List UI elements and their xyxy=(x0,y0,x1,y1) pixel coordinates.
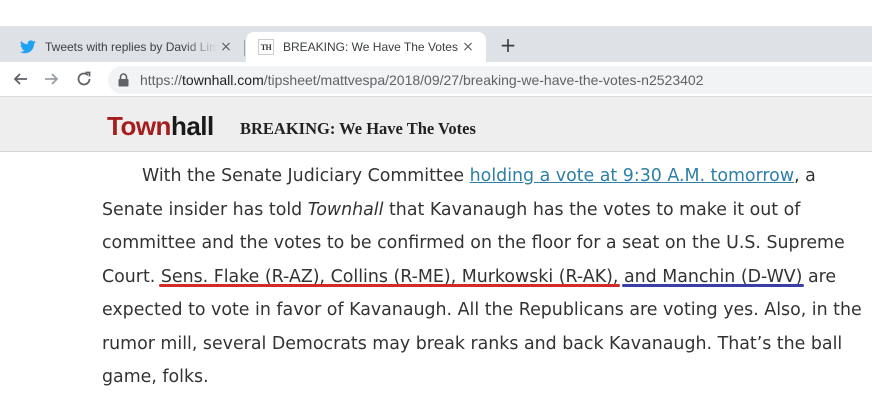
address-bar[interactable]: https://townhall.com/tipsheet/mattvespa/… xyxy=(108,66,872,94)
reload-icon[interactable] xyxy=(74,69,94,89)
tab-separator xyxy=(244,40,245,56)
townhall-logo[interactable]: Townhall xyxy=(107,111,214,141)
underline-blue xyxy=(621,283,805,287)
publication-name: Townhall xyxy=(307,199,384,220)
url-host: townhall.com xyxy=(182,72,264,88)
tab-title: Tweets with replies by David Limbaugh xyxy=(45,40,218,54)
logo-part-hall: hall xyxy=(170,111,214,141)
url-scheme: https:// xyxy=(140,72,183,88)
url-path: /tipsheet/mattvespa/2018/09/27/breaking-… xyxy=(263,72,704,88)
new-tab-button[interactable]: + xyxy=(497,33,519,57)
townhall-icon: TH xyxy=(258,39,274,55)
page-title: BREAKING: We Have The Votes xyxy=(240,119,476,138)
back-arrow-icon[interactable] xyxy=(10,69,30,89)
paragraph-text: With the Senate Judiciary Committee xyxy=(142,166,470,186)
article-paragraph: With the Senate Judiciary Committee hold… xyxy=(102,160,862,395)
vote-link[interactable]: holding a vote at 9:30 A.M. tomorrow xyxy=(470,166,794,186)
logo-part-town: Town xyxy=(107,111,171,141)
article-body: With the Senate Judiciary Committee hold… xyxy=(102,160,862,395)
lock-icon[interactable] xyxy=(118,73,130,87)
tab-strip: Tweets with replies by David Limbaugh × … xyxy=(0,26,872,62)
close-icon[interactable]: × xyxy=(218,39,234,55)
url-text: https://townhall.com/tipsheet/mattvespa/… xyxy=(140,72,703,88)
site-header: Townhall BREAKING: We Have The Votes xyxy=(0,97,872,152)
tab-twitter[interactable]: Tweets with replies by David Limbaugh × xyxy=(8,32,244,62)
tab-townhall[interactable]: TH BREAKING: We Have The Votes × xyxy=(246,32,486,62)
close-icon[interactable]: × xyxy=(460,39,476,55)
forward-arrow-icon[interactable] xyxy=(42,69,62,89)
browser-toolbar: https://townhall.com/tipsheet/mattvespa/… xyxy=(0,62,872,97)
window-top-strip xyxy=(0,0,872,26)
underline-red xyxy=(158,283,621,287)
tab-title: BREAKING: We Have The Votes xyxy=(283,40,458,54)
twitter-icon xyxy=(20,39,36,55)
townhall-favicon-text: TH xyxy=(258,39,274,55)
